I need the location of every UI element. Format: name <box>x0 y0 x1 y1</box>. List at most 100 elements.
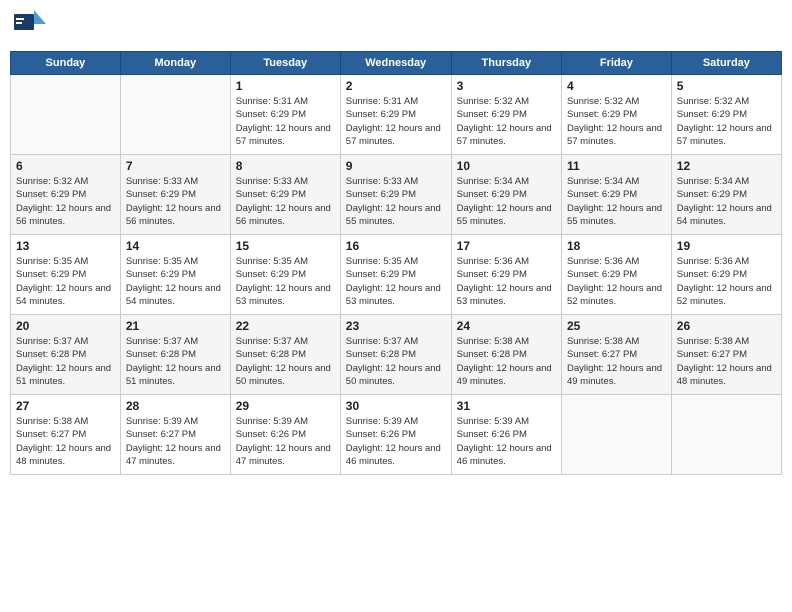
day-number: 14 <box>126 239 225 253</box>
calendar-cell: 21 Sunrise: 5:37 AMSunset: 6:28 PMDayligh… <box>120 315 230 395</box>
day-info: Sunrise: 5:32 AMSunset: 6:29 PMDaylight:… <box>16 175 115 228</box>
day-number: 11 <box>567 159 666 173</box>
calendar-cell <box>561 395 671 475</box>
calendar-cell: 13 Sunrise: 5:35 AMSunset: 6:29 PMDayligh… <box>11 235 121 315</box>
day-number: 7 <box>126 159 225 173</box>
day-number: 8 <box>236 159 335 173</box>
day-info: Sunrise: 5:35 AMSunset: 6:29 PMDaylight:… <box>346 255 446 308</box>
day-info: Sunrise: 5:33 AMSunset: 6:29 PMDaylight:… <box>346 175 446 228</box>
day-number: 6 <box>16 159 115 173</box>
day-number: 16 <box>346 239 446 253</box>
calendar-cell: 9 Sunrise: 5:33 AMSunset: 6:29 PMDaylight… <box>340 155 451 235</box>
day-info: Sunrise: 5:39 AMSunset: 6:27 PMDaylight:… <box>126 415 225 468</box>
calendar-cell: 28Sunrise: 5:39 AMSunset: 6:27 PMDayligh… <box>120 395 230 475</box>
calendar-cell: 10 Sunrise: 5:34 AMSunset: 6:29 PMDayligh… <box>451 155 561 235</box>
day-info: Sunrise: 5:32 AMSunset: 6:29 PMDaylight:… <box>567 95 666 148</box>
day-number: 9 <box>346 159 446 173</box>
calendar-cell: 19 Sunrise: 5:36 AMSunset: 6:29 PMDayligh… <box>671 235 781 315</box>
day-info: Sunrise: 5:32 AMSunset: 6:29 PMDaylight:… <box>677 95 776 148</box>
day-info: Sunrise: 5:33 AMSunset: 6:29 PMDaylight:… <box>126 175 225 228</box>
calendar-cell: 27 Sunrise: 5:38 AMSunset: 6:27 PMDayligh… <box>11 395 121 475</box>
calendar-cell <box>11 75 121 155</box>
page-header <box>10 10 782 43</box>
week-row-5: 27 Sunrise: 5:38 AMSunset: 6:27 PMDayligh… <box>11 395 782 475</box>
calendar-cell: 25 Sunrise: 5:38 AMSunset: 6:27 PMDayligh… <box>561 315 671 395</box>
calendar-table: SundayMondayTuesdayWednesdayThursdayFrid… <box>10 51 782 475</box>
day-number: 2 <box>346 79 446 93</box>
day-info: Sunrise: 5:37 AMSunset: 6:28 PMDaylight:… <box>346 335 446 388</box>
day-number: 22 <box>236 319 335 333</box>
day-number: 21 <box>126 319 225 333</box>
day-info: Sunrise: 5:34 AMSunset: 6:29 PMDaylight:… <box>457 175 556 228</box>
day-number: 25 <box>567 319 666 333</box>
day-number: 13 <box>16 239 115 253</box>
day-info: Sunrise: 5:34 AMSunset: 6:29 PMDaylight:… <box>677 175 776 228</box>
day-info: Sunrise: 5:39 AMSunset: 6:26 PMDaylight:… <box>346 415 446 468</box>
calendar-cell <box>671 395 781 475</box>
day-info: Sunrise: 5:36 AMSunset: 6:29 PMDaylight:… <box>457 255 556 308</box>
day-info: Sunrise: 5:37 AMSunset: 6:28 PMDaylight:… <box>126 335 225 388</box>
day-info: Sunrise: 5:38 AMSunset: 6:27 PMDaylight:… <box>16 415 115 468</box>
day-number: 18 <box>567 239 666 253</box>
calendar-cell: 15Sunrise: 5:35 AMSunset: 6:29 PMDayligh… <box>230 235 340 315</box>
calendar-cell: 3Sunrise: 5:32 AMSunset: 6:29 PMDaylight… <box>451 75 561 155</box>
day-info: Sunrise: 5:39 AMSunset: 6:26 PMDaylight:… <box>236 415 335 468</box>
day-number: 10 <box>457 159 556 173</box>
day-number: 1 <box>236 79 335 93</box>
day-info: Sunrise: 5:37 AMSunset: 6:28 PMDaylight:… <box>16 335 115 388</box>
calendar-cell: 6 Sunrise: 5:32 AMSunset: 6:29 PMDaylight… <box>11 155 121 235</box>
calendar-cell: 12Sunrise: 5:34 AMSunset: 6:29 PMDayligh… <box>671 155 781 235</box>
day-header-wednesday: Wednesday <box>340 52 451 75</box>
day-info: Sunrise: 5:34 AMSunset: 6:29 PMDaylight:… <box>567 175 666 228</box>
calendar-cell: 23 Sunrise: 5:37 AMSunset: 6:28 PMDayligh… <box>340 315 451 395</box>
calendar-cell: 14 Sunrise: 5:35 AMSunset: 6:29 PMDayligh… <box>120 235 230 315</box>
day-info: Sunrise: 5:38 AMSunset: 6:27 PMDaylight:… <box>567 335 666 388</box>
day-number: 29 <box>236 399 335 413</box>
day-info: Sunrise: 5:36 AMSunset: 6:29 PMDaylight:… <box>567 255 666 308</box>
day-info: Sunrise: 5:33 AMSunset: 6:29 PMDaylight:… <box>236 175 335 228</box>
day-number: 23 <box>346 319 446 333</box>
calendar-cell: 5 Sunrise: 5:32 AMSunset: 6:29 PMDaylight… <box>671 75 781 155</box>
calendar-cell: 30 Sunrise: 5:39 AMSunset: 6:26 PMDayligh… <box>340 395 451 475</box>
calendar-cell: 4 Sunrise: 5:32 AMSunset: 6:29 PMDaylight… <box>561 75 671 155</box>
day-info: Sunrise: 5:31 AMSunset: 6:29 PMDaylight:… <box>346 95 446 148</box>
calendar-cell: 17 Sunrise: 5:36 AMSunset: 6:29 PMDayligh… <box>451 235 561 315</box>
week-row-4: 20 Sunrise: 5:37 AMSunset: 6:28 PMDayligh… <box>11 315 782 395</box>
day-info: Sunrise: 5:37 AMSunset: 6:28 PMDaylight:… <box>236 335 335 388</box>
day-number: 26 <box>677 319 776 333</box>
calendar-cell: 24 Sunrise: 5:38 AMSunset: 6:28 PMDayligh… <box>451 315 561 395</box>
calendar-cell <box>120 75 230 155</box>
day-header-monday: Monday <box>120 52 230 75</box>
day-number: 24 <box>457 319 556 333</box>
day-number: 20 <box>16 319 115 333</box>
week-row-3: 13 Sunrise: 5:35 AMSunset: 6:29 PMDayligh… <box>11 235 782 315</box>
calendar-body: 1 Sunrise: 5:31 AMSunset: 6:29 PMDaylight… <box>11 75 782 475</box>
calendar-cell: 18 Sunrise: 5:36 AMSunset: 6:29 PMDayligh… <box>561 235 671 315</box>
day-header-thursday: Thursday <box>451 52 561 75</box>
day-number: 5 <box>677 79 776 93</box>
calendar-header: SundayMondayTuesdayWednesdayThursdayFrid… <box>11 52 782 75</box>
week-row-1: 1 Sunrise: 5:31 AMSunset: 6:29 PMDaylight… <box>11 75 782 155</box>
calendar-cell: 31Sunrise: 5:39 AMSunset: 6:26 PMDayligh… <box>451 395 561 475</box>
day-info: Sunrise: 5:35 AMSunset: 6:29 PMDaylight:… <box>16 255 115 308</box>
day-number: 27 <box>16 399 115 413</box>
calendar-cell: 7 Sunrise: 5:33 AMSunset: 6:29 PMDaylight… <box>120 155 230 235</box>
calendar-cell: 22 Sunrise: 5:37 AMSunset: 6:28 PMDayligh… <box>230 315 340 395</box>
day-info: Sunrise: 5:31 AMSunset: 6:29 PMDaylight:… <box>236 95 335 148</box>
day-number: 19 <box>677 239 776 253</box>
day-info: Sunrise: 5:35 AMSunset: 6:29 PMDaylight:… <box>236 255 335 308</box>
day-info: Sunrise: 5:38 AMSunset: 6:28 PMDaylight:… <box>457 335 556 388</box>
calendar-cell: 8 Sunrise: 5:33 AMSunset: 6:29 PMDaylight… <box>230 155 340 235</box>
calendar-cell: 16 Sunrise: 5:35 AMSunset: 6:29 PMDayligh… <box>340 235 451 315</box>
calendar-cell: 11 Sunrise: 5:34 AMSunset: 6:29 PMDayligh… <box>561 155 671 235</box>
day-number: 4 <box>567 79 666 93</box>
calendar-cell: 26Sunrise: 5:38 AMSunset: 6:27 PMDayligh… <box>671 315 781 395</box>
logo <box>14 10 50 43</box>
logo-icon <box>14 10 46 38</box>
day-info: Sunrise: 5:35 AMSunset: 6:29 PMDaylight:… <box>126 255 225 308</box>
day-number: 30 <box>346 399 446 413</box>
day-number: 17 <box>457 239 556 253</box>
day-info: Sunrise: 5:39 AMSunset: 6:26 PMDaylight:… <box>457 415 556 468</box>
calendar-cell: 2 Sunrise: 5:31 AMSunset: 6:29 PMDaylight… <box>340 75 451 155</box>
day-info: Sunrise: 5:36 AMSunset: 6:29 PMDaylight:… <box>677 255 776 308</box>
